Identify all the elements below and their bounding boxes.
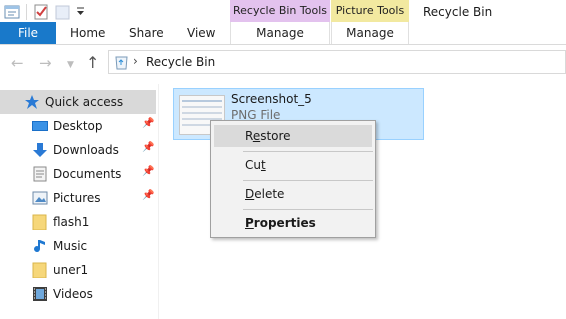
star-icon (25, 95, 39, 109)
recent-locations-chevron-icon[interactable]: ▼ (67, 60, 74, 70)
menu-item-restore[interactable]: Restore (214, 125, 372, 147)
breadcrumb-chevron-icon[interactable]: › (133, 54, 138, 68)
sidebar-item-desktop[interactable]: Desktop 📌 (0, 114, 156, 138)
sidebar-item-flash1[interactable]: flash1 (0, 210, 156, 234)
folder-icon (32, 262, 47, 278)
videos-icon (33, 287, 47, 301)
file-explorer-window: Recycle Bin Tools Picture Tools Recycle … (0, 0, 566, 319)
sidebar-item-music[interactable]: Music (0, 234, 156, 258)
window-title: Recycle Bin (423, 5, 493, 19)
sidebar-item-label: Pictures (53, 191, 101, 205)
recycle-bin-tools-group: Recycle Bin Tools (230, 0, 330, 22)
picture-tools-group: Picture Tools (331, 0, 409, 22)
folder-icon (32, 214, 47, 230)
sidebar-item-quick-access[interactable]: Quick access (0, 90, 156, 114)
context-menu: Restore Cut Delete Properties (210, 120, 376, 238)
tab-share[interactable]: Share (129, 22, 164, 44)
navigation-pane: Quick access Desktop 📌 Downloads 📌 Docum… (0, 84, 158, 319)
pictures-icon (32, 191, 48, 205)
pin-icon[interactable]: 📌 (142, 118, 154, 129)
tab-file[interactable]: File (0, 22, 56, 44)
sidebar-item-label: Downloads (53, 143, 119, 157)
tab-view[interactable]: View (187, 22, 215, 44)
forward-arrow-icon[interactable]: → (39, 54, 52, 72)
properties-check-icon[interactable] (33, 4, 49, 20)
menu-separator (243, 209, 373, 210)
toolbar-divider (26, 4, 27, 20)
new-folder-icon[interactable] (55, 4, 71, 20)
back-arrow-icon[interactable]: ← (11, 54, 24, 72)
up-arrow-icon[interactable]: ↑ (86, 53, 99, 72)
recycle-bin-icon (115, 56, 128, 70)
pin-icon[interactable]: 📌 (142, 190, 154, 201)
sidebar-item-label: Documents (53, 167, 122, 181)
menu-item-properties[interactable]: Properties (214, 212, 372, 234)
music-icon (34, 240, 45, 253)
customize-toolbar-icon[interactable] (76, 6, 85, 18)
sidebar-item-label: Quick access (45, 95, 124, 109)
sidebar-item-label: flash1 (53, 215, 90, 229)
download-icon (33, 143, 47, 157)
sidebar-item-label: Desktop (53, 119, 103, 133)
tab-recycle-manage[interactable]: Manage (230, 22, 330, 44)
menu-separator (243, 151, 373, 152)
sidebar-item-label: Music (53, 239, 88, 253)
address-bar[interactable]: › Recycle Bin (108, 50, 566, 74)
sidebar-item-label: Videos (53, 287, 93, 301)
ribbon-border (0, 44, 566, 45)
menu-item-delete[interactable]: Delete (214, 183, 372, 205)
sidebar-item-uner1[interactable]: uner1 (0, 258, 156, 282)
desktop-icon (32, 121, 48, 131)
menu-separator (243, 180, 373, 181)
breadcrumb-recycle-bin[interactable]: Recycle Bin (146, 55, 215, 69)
pin-icon[interactable]: 📌 (142, 166, 154, 177)
explorer-icon[interactable] (4, 4, 20, 20)
tab-picture-manage[interactable]: Manage (331, 22, 409, 44)
documents-icon (33, 166, 47, 182)
tab-home[interactable]: Home (70, 22, 105, 44)
file-name: Screenshot_5 (231, 92, 312, 106)
sidebar-item-documents[interactable]: Documents 📌 (0, 162, 156, 186)
sidebar-item-label: uner1 (53, 263, 89, 277)
menu-item-cut[interactable]: Cut (214, 154, 372, 176)
sidebar-item-videos[interactable]: Videos (0, 282, 156, 306)
sidebar-item-downloads[interactable]: Downloads 📌 (0, 138, 156, 162)
pane-divider (158, 84, 159, 319)
sidebar-item-pictures[interactable]: Pictures 📌 (0, 186, 156, 210)
pin-icon[interactable]: 📌 (142, 142, 154, 153)
